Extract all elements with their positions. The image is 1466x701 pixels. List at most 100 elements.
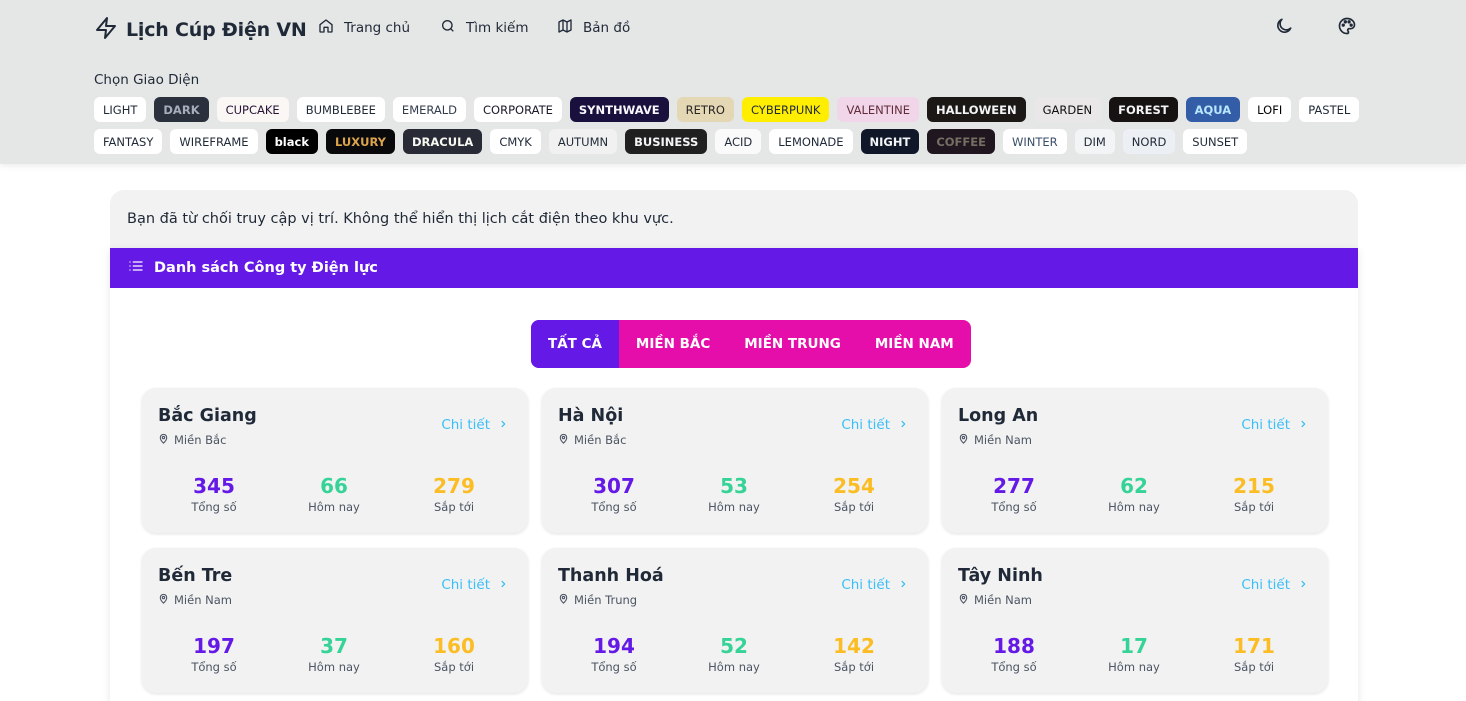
stat-total-label: Tổng số: [591, 660, 637, 674]
nav-map[interactable]: Bản đồ: [557, 18, 630, 38]
theme-chip[interactable]: FOREST: [1109, 97, 1178, 122]
nav-search[interactable]: Tìm kiếm: [440, 18, 528, 38]
theme-chip[interactable]: WIREFRAME: [170, 129, 258, 154]
company-card[interactable]: Tây Ninh Miền Nam Chi tiết 188 Tổng số 17 Hôm …: [942, 548, 1328, 693]
stat-upcoming: 215 Sắp tới: [1204, 474, 1304, 514]
stat-today-label: Hôm nay: [708, 660, 760, 674]
theme-chip[interactable]: DRACULA: [403, 129, 483, 154]
company-card[interactable]: Long An Miền Nam Chi tiết 277 Tổng số 62 Hôm n…: [942, 388, 1328, 533]
stat-today-value: 62: [1120, 474, 1148, 498]
theme-chip[interactable]: HALLOWEEN: [927, 97, 1026, 122]
stat-total-value: 197: [193, 634, 235, 658]
theme-toggle-button[interactable]: [1273, 17, 1295, 39]
nav-home[interactable]: Trang chủ: [318, 18, 410, 38]
stat-upcoming-label: Sắp tới: [433, 660, 475, 674]
theme-chip[interactable]: LIGHT: [94, 97, 147, 122]
company-region: Miền Trung: [558, 593, 637, 607]
tab-north[interactable]: MIỀN BẮC: [619, 320, 727, 368]
panel-header: Danh sách Công ty Điện lực: [110, 248, 1358, 288]
stat-total-value: 194: [593, 634, 635, 658]
stat-today-value: 17: [1120, 634, 1148, 658]
detail-link[interactable]: Chi tiết: [1241, 417, 1308, 433]
stat-total-value: 345: [193, 474, 235, 498]
company-card[interactable]: Bến Tre Miền Nam Chi tiết 197 Tổng số 37 Hôm n…: [142, 548, 528, 693]
theme-chip[interactable]: DARK: [154, 97, 209, 122]
theme-chip[interactable]: LEMONADE: [769, 129, 853, 154]
brand[interactable]: Lịch Cúp Điện VN: [94, 16, 307, 44]
theme-chip[interactable]: NIGHT: [860, 129, 920, 154]
stat-total-value: 188: [993, 634, 1035, 658]
navbar: Lịch Cúp Điện VN Trang chủ Tìm kiếm Bản …: [0, 0, 1466, 164]
palette-button[interactable]: [1336, 17, 1358, 39]
chevron-right-icon: [898, 577, 908, 593]
nav-home-label: Trang chủ: [344, 20, 411, 36]
stat-today-label: Hôm nay: [708, 500, 760, 514]
theme-chip[interactable]: WINTER: [1002, 129, 1067, 154]
theme-chip[interactable]: NORD: [1122, 129, 1176, 154]
theme-chip[interactable]: CUPCAKE: [216, 97, 289, 122]
stat-today-value: 66: [320, 474, 348, 498]
home-icon: [318, 18, 334, 38]
map-icon: [557, 18, 573, 38]
nav-map-label: Bản đồ: [583, 20, 631, 36]
company-region-label: Miền Trung: [574, 593, 638, 607]
detail-link[interactable]: Chi tiết: [1241, 577, 1308, 593]
theme-chip[interactable]: CYBERPUNK: [741, 97, 830, 122]
theme-chip[interactable]: SUNSET: [1183, 129, 1248, 154]
theme-chip[interactable]: DIM: [1074, 129, 1115, 154]
theme-chip[interactable]: PASTEL: [1299, 97, 1360, 122]
company-card[interactable]: Bắc Giang Miền Bắc Chi tiết 345 Tổng số 66 Hôm…: [142, 388, 528, 533]
theme-chip[interactable]: black: [265, 129, 318, 154]
theme-row-1: LIGHT DARK CUPCAKE BUMBLEBEE EMERALD CORPORAT…: [94, 97, 1360, 122]
company-region: Miền Nam: [958, 433, 1032, 447]
company-name: Bắc Giang: [158, 406, 257, 426]
stat-total: 194 Tổng số: [564, 634, 664, 674]
theme-chip[interactable]: CMYK: [490, 129, 541, 154]
stat-total-label: Tổng số: [991, 660, 1037, 674]
theme-chip[interactable]: ACID: [715, 129, 762, 154]
detail-link[interactable]: Chi tiết: [441, 577, 508, 593]
list-icon: [128, 258, 144, 278]
theme-chip[interactable]: FANTASY: [94, 129, 163, 154]
company-card[interactable]: Thanh Hoá Miền Trung Chi tiết 194 Tổng số 52 H…: [542, 548, 928, 693]
stat-upcoming: 142 Sắp tới: [804, 634, 904, 674]
theme-chip[interactable]: VALENTINE: [837, 97, 920, 122]
map-pin-icon: [558, 593, 569, 607]
theme-chip[interactable]: CORPORATE: [474, 97, 562, 122]
chevron-right-icon: [498, 417, 508, 433]
detail-link-label: Chi tiết: [841, 577, 890, 593]
tab-all[interactable]: TẤT CẢ: [531, 320, 619, 368]
stat-upcoming: 254 Sắp tới: [804, 474, 904, 514]
stat-today: 52 Hôm nay: [684, 634, 784, 674]
tab-central[interactable]: MIỀN TRUNG: [727, 320, 858, 368]
stat-today-value: 53: [720, 474, 748, 498]
detail-link[interactable]: Chi tiết: [441, 417, 508, 433]
stat-total: 188 Tổng số: [964, 634, 1064, 674]
theme-chip[interactable]: BUMBLEBEE: [296, 97, 385, 122]
detail-link-label: Chi tiết: [441, 417, 490, 433]
theme-chip[interactable]: GARDEN: [1033, 97, 1102, 122]
stat-upcoming-label: Sắp tới: [433, 500, 475, 514]
theme-chip[interactable]: AQUA: [1185, 97, 1241, 122]
detail-link[interactable]: Chi tiết: [841, 577, 908, 593]
company-card[interactable]: Hà Nội Miền Bắc Chi tiết 307 Tổng số 53 Hôm na…: [542, 388, 928, 533]
stat-total-value: 277: [993, 474, 1035, 498]
theme-chip[interactable]: BUSINESS: [625, 129, 708, 154]
theme-chip[interactable]: LUXURY: [325, 129, 395, 154]
theme-chip[interactable]: EMERALD: [392, 97, 467, 122]
stat-upcoming-label: Sắp tới: [1233, 660, 1275, 674]
theme-chip[interactable]: SYNTHWAVE: [569, 97, 669, 122]
theme-chip[interactable]: RETRO: [676, 97, 734, 122]
detail-link[interactable]: Chi tiết: [841, 417, 908, 433]
theme-chip[interactable]: AUTUMN: [548, 129, 618, 154]
tab-south[interactable]: MIỀN NAM: [858, 320, 971, 368]
chevron-right-icon: [1298, 417, 1308, 433]
company-region: Miền Nam: [158, 593, 232, 607]
company-region-label: Miền Nam: [974, 433, 1032, 447]
stat-today: 62 Hôm nay: [1084, 474, 1184, 514]
detail-link-label: Chi tiết: [1241, 417, 1290, 433]
theme-chip[interactable]: LOFI: [1248, 97, 1292, 122]
brand-title: Lịch Cúp Điện VN: [126, 19, 307, 41]
stat-upcoming-value: 215: [1233, 474, 1275, 498]
theme-chip[interactable]: COFFEE: [927, 129, 995, 154]
